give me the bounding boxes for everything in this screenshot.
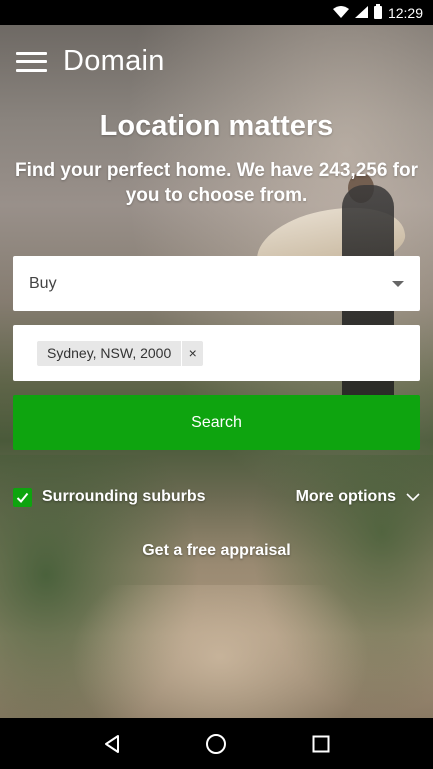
brand-logo: Domain [63,45,165,77]
sand-decoration [70,585,370,718]
listing-type-value: Buy [29,274,57,292]
location-chip-label: Sydney, NSW, 2000 [47,345,172,361]
back-icon[interactable] [100,732,124,756]
listing-type-select[interactable]: Buy [13,256,420,311]
status-bar: 12:29 [0,0,433,25]
close-icon[interactable]: × [181,340,203,366]
subheadline: Find your perfect home. We have 243,256 … [15,160,418,206]
hamburger-menu-icon[interactable] [16,51,47,72]
home-icon[interactable] [204,732,228,756]
options-row: Surrounding suburbs More options [13,485,420,509]
free-appraisal-link[interactable]: Get a free appraisal [0,542,433,560]
android-nav-bar [0,718,433,769]
cell-signal-icon [354,5,368,21]
more-options-button[interactable]: More options [296,488,420,506]
search-button[interactable]: Search [13,395,420,450]
checkmark-icon[interactable] [13,487,32,507]
recents-icon[interactable] [309,732,333,756]
chevron-down-icon [406,492,420,502]
location-chip: Sydney, NSW, 2000 × [37,340,204,366]
location-input[interactable]: Sydney, NSW, 2000 × [13,325,420,381]
dropdown-caret-icon [392,281,404,287]
battery-icon [373,4,382,19]
headline: Location matters [99,110,334,142]
surrounding-suburbs-toggle[interactable]: Surrounding suburbs [13,487,206,507]
app-header: Domain [16,45,165,78]
status-time: 12:29 [387,4,423,21]
wifi-icon [332,5,349,21]
more-options-label: More options [295,488,396,505]
surrounding-suburbs-label: Surrounding suburbs [42,488,206,505]
